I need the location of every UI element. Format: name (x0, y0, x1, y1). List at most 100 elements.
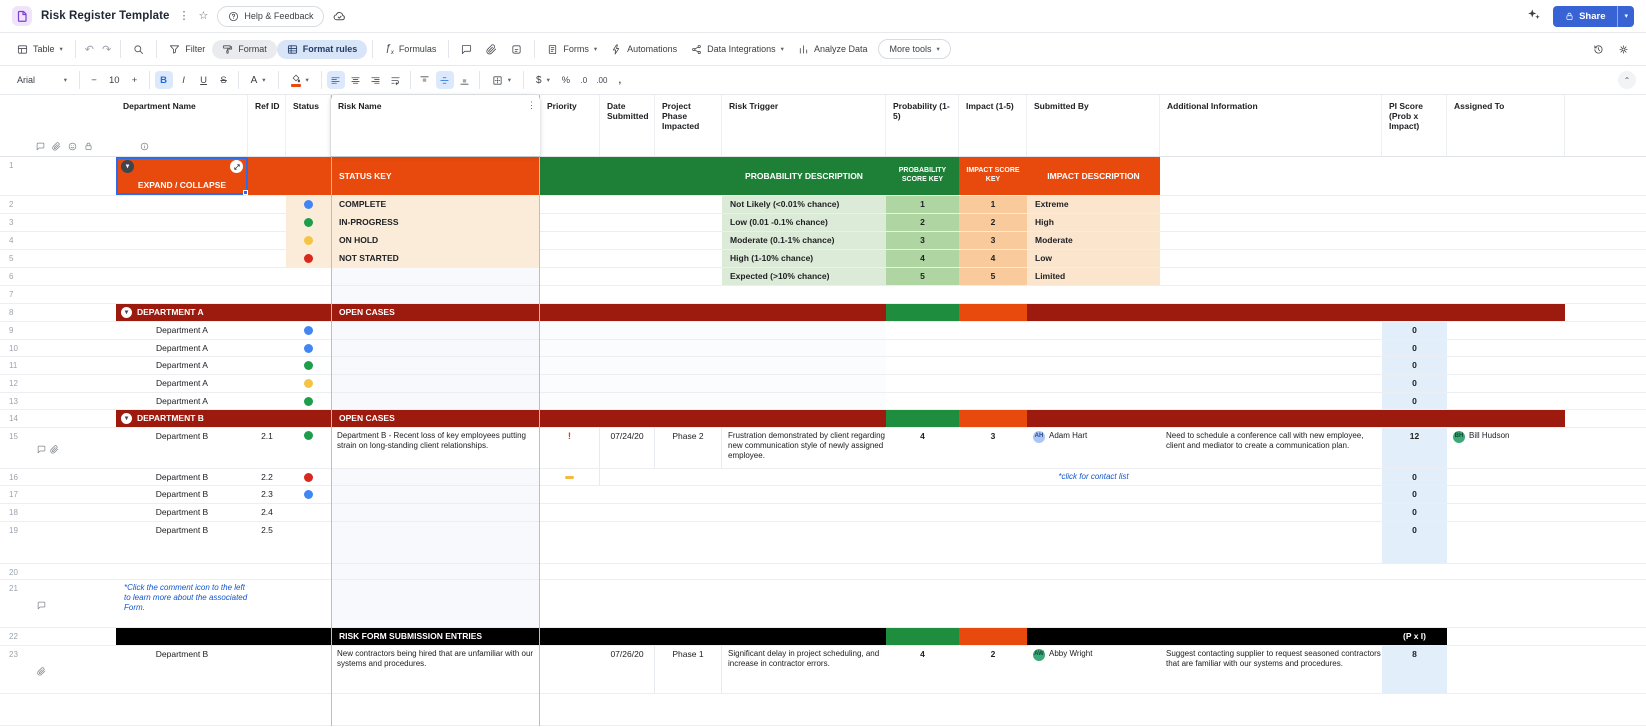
row-number[interactable]: 2 (0, 196, 30, 213)
status-dot-cell[interactable] (286, 357, 331, 374)
kebab-menu-icon[interactable]: ⋮ (179, 10, 190, 22)
row-number[interactable]: 9 (0, 322, 30, 339)
status-dot-cell[interactable] (286, 214, 331, 231)
row-number[interactable]: 15 (0, 428, 30, 468)
column-info-icon[interactable] (140, 142, 149, 151)
status-key-title[interactable]: STATUS KEY (331, 157, 540, 195)
pxi-header[interactable]: (P x I) (1382, 628, 1447, 645)
more-tools-button[interactable]: More tools ▾ (878, 39, 951, 59)
attachments-button[interactable] (479, 40, 504, 59)
row-number[interactable]: 21 (0, 580, 30, 627)
ref-id-cell[interactable]: 2.1 (248, 428, 286, 468)
impact-cell[interactable]: 3 (959, 428, 1027, 468)
bold-button[interactable]: B (154, 71, 173, 89)
gutter-column-icons[interactable] (36, 142, 93, 151)
department-cell[interactable]: Department B (116, 646, 248, 693)
row-number[interactable]: 22 (0, 628, 30, 645)
col-header-submitted[interactable]: Submitted By (1027, 95, 1160, 156)
department-cell[interactable]: Department B (116, 486, 248, 503)
pi-score-cell[interactable]: 0 (1382, 393, 1447, 409)
cell[interactable] (540, 322, 886, 339)
cell[interactable] (331, 504, 540, 521)
row-number[interactable]: 11 (0, 357, 30, 374)
cell[interactable] (540, 410, 886, 427)
italic-button[interactable]: I (175, 71, 193, 89)
status-dot-cell[interactable] (286, 375, 331, 392)
impact-score[interactable]: 4 (959, 250, 1027, 267)
cell[interactable] (886, 410, 959, 427)
submitted-by-cell[interactable]: AH Adam Hart (1027, 428, 1160, 468)
row-number[interactable]: 6 (0, 268, 30, 285)
impact-description-item[interactable]: High (1027, 214, 1160, 231)
probability-description-item[interactable]: Expected (>10% chance) (722, 268, 886, 285)
ref-id-cell[interactable]: 2.4 (248, 504, 286, 521)
share-button[interactable]: Share (1553, 5, 1618, 27)
priority-cell[interactable] (540, 469, 600, 485)
col-header-dept[interactable]: Department Name (116, 95, 248, 156)
cell[interactable] (331, 469, 540, 485)
open-cases-header[interactable]: OPEN CASES (331, 304, 540, 321)
ref-id-cell[interactable]: 2.2 (248, 469, 286, 485)
pi-score-cell[interactable]: 0 (1382, 504, 1447, 521)
row-number[interactable]: 14 (0, 410, 30, 427)
row-number[interactable]: 5 (0, 250, 30, 267)
row-attachments[interactable] (30, 580, 116, 627)
status-dot-cell[interactable] (286, 322, 331, 339)
risk-trigger-cell[interactable]: Significant delay in project scheduling,… (722, 646, 886, 693)
search-button[interactable] (126, 40, 151, 59)
impact-score[interactable]: 3 (959, 232, 1027, 249)
status-dot-cell[interactable] (286, 250, 331, 267)
impact-cell[interactable]: 2 (959, 646, 1027, 693)
additional-info-cell[interactable]: Need to schedule a conference call with … (1160, 428, 1382, 468)
borders-button[interactable]: ▾ (485, 71, 518, 90)
status-dot-cell[interactable] (286, 340, 331, 356)
selection-handle[interactable] (243, 190, 248, 195)
status-key-item[interactable]: IN-PROGRESS (331, 214, 540, 231)
cell[interactable] (959, 304, 1027, 321)
cell[interactable] (331, 522, 540, 563)
probability-score[interactable]: 2 (886, 214, 959, 231)
col-header-priority[interactable]: Priority (540, 95, 600, 156)
comments-button[interactable] (454, 40, 479, 59)
department-cell[interactable]: Department B (116, 428, 248, 468)
cell[interactable] (248, 304, 331, 321)
row-number[interactable]: 4 (0, 232, 30, 249)
pi-score-cell[interactable]: 0 (1382, 357, 1447, 374)
probability-description-item[interactable]: Moderate (0.1-1% chance) (722, 232, 886, 249)
col-header-ref[interactable]: Ref ID (248, 95, 286, 156)
row-number[interactable]: 10 (0, 340, 30, 356)
status-dot-cell[interactable] (286, 232, 331, 249)
decrease-decimal-button[interactable]: .0 (575, 71, 593, 89)
font-family-select[interactable]: Arial ▾ (10, 72, 74, 89)
status-dot-cell[interactable] (286, 196, 331, 213)
valign-top-button[interactable] (416, 71, 434, 89)
open-cases-header[interactable]: OPEN CASES (331, 410, 540, 427)
row-number[interactable]: 7 (0, 286, 30, 303)
cell[interactable] (886, 628, 959, 645)
cell[interactable] (540, 375, 886, 392)
col-header-date[interactable]: Date Submitted (600, 95, 655, 156)
cell[interactable] (248, 628, 331, 645)
row-number[interactable]: 13 (0, 393, 30, 409)
row-number[interactable]: 20 (0, 564, 30, 579)
row-number[interactable]: 8 (0, 304, 30, 321)
impact-description-title[interactable]: IMPACT DESCRIPTION (1027, 157, 1160, 195)
underline-button[interactable]: U (195, 71, 213, 89)
risk-trigger-cell[interactable]: Frustration demonstrated by client regar… (722, 428, 886, 468)
col-header-status[interactable]: Status (286, 95, 331, 156)
cell[interactable] (1027, 628, 1382, 645)
impact-score[interactable]: 1 (959, 196, 1027, 213)
row-number[interactable]: 3 (0, 214, 30, 231)
col-header-assigned[interactable]: Assigned To (1447, 95, 1565, 156)
row-number[interactable]: 23 (0, 646, 30, 693)
ai-sparkle-icon[interactable] (1527, 7, 1541, 26)
cell[interactable] (331, 340, 540, 356)
format-rules-button[interactable]: Format rules (276, 39, 368, 59)
strikethrough-button[interactable]: S (215, 71, 233, 89)
status-dot-cell[interactable] (286, 486, 331, 503)
status-dot-cell[interactable] (286, 393, 331, 409)
cell[interactable] (331, 580, 540, 627)
department-cell[interactable]: Department A (116, 375, 248, 392)
col-header-impact[interactable]: Impact (1-5) (959, 95, 1027, 156)
cell[interactable] (331, 268, 540, 285)
